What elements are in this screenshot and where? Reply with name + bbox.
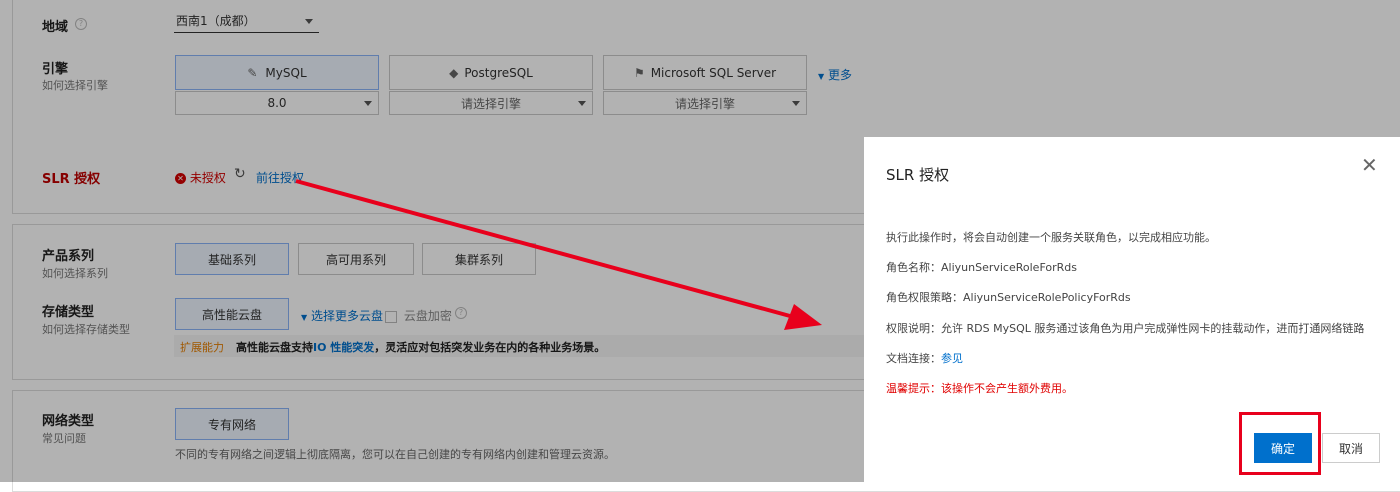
close-icon[interactable]: ✕ bbox=[1361, 153, 1378, 177]
dialog-title: SLR 授权 bbox=[886, 166, 950, 184]
cancel-button[interactable]: 取消 bbox=[1322, 433, 1380, 463]
permission-text: 允许 RDS MySQL 服务通过该角色为用户完成弹性网卡的挂载动作，进而打通网… bbox=[941, 322, 1365, 335]
role-policy-row: 角色权限策略：AliyunServiceRolePolicyForRds bbox=[886, 289, 1131, 305]
role-name-row: 角色名称：AliyunServiceRoleForRds bbox=[886, 259, 1077, 275]
dialog-warning: 温馨提示：该操作不会产生额外费用。 bbox=[886, 382, 1073, 395]
dialog-intro: 执行此操作时，将会自动创建一个服务关联角色，以完成相应功能。 bbox=[886, 231, 1216, 244]
doc-row: 文档连接：参见 bbox=[886, 350, 963, 366]
doc-label: 文档连接： bbox=[886, 352, 941, 365]
role-name-value: AliyunServiceRoleForRds bbox=[941, 261, 1077, 274]
role-name-label: 角色名称： bbox=[886, 261, 941, 274]
role-policy-label: 角色权限策略： bbox=[886, 291, 963, 304]
permission-row: 权限说明：允许 RDS MySQL 服务通过该角色为用户完成弹性网卡的挂载动作，… bbox=[886, 320, 1364, 336]
role-policy-value: AliyunServiceRolePolicyForRds bbox=[963, 291, 1131, 304]
confirm-highlight-box bbox=[1239, 412, 1321, 475]
doc-link[interactable]: 参见 bbox=[941, 352, 963, 365]
permission-label: 权限说明： bbox=[886, 322, 941, 335]
